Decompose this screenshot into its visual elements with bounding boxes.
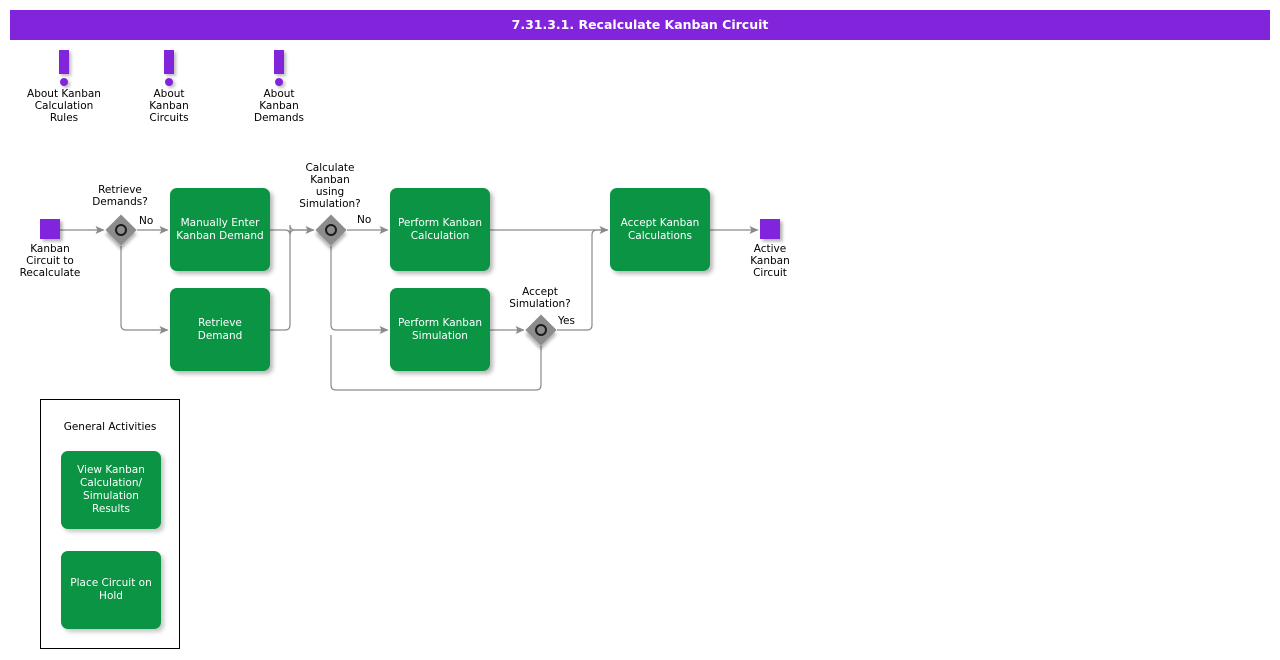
gateway-inclusive-ring-icon xyxy=(535,324,547,336)
gateway-retrieve-demands-caption: Retrieve Demands? xyxy=(92,184,148,208)
gateway-calculate-using-simulation[interactable] xyxy=(315,214,347,246)
task-label: Manually Enter Kanban Demand xyxy=(176,216,264,242)
event-marker-icon xyxy=(760,219,780,239)
task-label: Perform Kanban Calculation xyxy=(397,216,483,242)
diagram-canvas: About Kanban Calculation Rules About Kan… xyxy=(0,0,1280,660)
task-label: Place Circuit on Hold xyxy=(70,577,152,602)
start-event-label: Kanban Circuit to Recalculate xyxy=(19,243,81,279)
event-marker-icon xyxy=(40,219,60,239)
gateway-calculate-using-simulation-caption: Calculate Kanban using Simulation? xyxy=(299,162,361,210)
task-label: Retrieve Demand xyxy=(197,316,243,342)
exclamation-icon xyxy=(224,50,334,88)
edge-label-gw2-no: No xyxy=(357,214,372,226)
end-event[interactable]: Active Kanban Circuit xyxy=(717,219,823,279)
task-retrieve-demand[interactable]: Retrieve Demand xyxy=(170,288,270,371)
note-label: About Kanban Calculation Rules xyxy=(27,88,101,124)
gateway-inclusive-ring-icon xyxy=(325,224,337,236)
task-manually-enter-kanban-demand[interactable]: Manually Enter Kanban Demand xyxy=(170,188,270,271)
gateway-inclusive-ring-icon xyxy=(115,224,127,236)
note-about-kanban-calculation-rules[interactable]: About Kanban Calculation Rules xyxy=(9,50,119,124)
legend-title: General Activities xyxy=(63,421,157,433)
gateway-retrieve-demands[interactable] xyxy=(105,214,137,246)
task-perform-kanban-calculation[interactable]: Perform Kanban Calculation xyxy=(390,188,490,271)
task-perform-kanban-simulation[interactable]: Perform Kanban Simulation xyxy=(390,288,490,371)
edge-label-gw1-no: No xyxy=(139,215,154,227)
note-about-kanban-circuits[interactable]: About Kanban Circuits xyxy=(114,50,224,124)
start-event[interactable]: Kanban Circuit to Recalculate xyxy=(0,219,103,279)
end-event-label: Active Kanban Circuit xyxy=(750,243,790,279)
wire-gw2-to-sim xyxy=(330,246,389,334)
note-label: About Kanban Demands xyxy=(254,88,304,124)
exclamation-icon xyxy=(9,50,119,88)
task-label: View Kanban Calculation/ Simulation Resu… xyxy=(77,464,145,515)
wire-retrieve-to-gw2 xyxy=(270,229,314,331)
task-label: Perform Kanban Simulation xyxy=(397,316,483,342)
gateway-accept-simulation-caption: Accept Simulation? xyxy=(509,286,571,310)
task-view-kanban-calculation-simulation-results[interactable]: View Kanban Calculation/ Simulation Resu… xyxy=(61,451,161,529)
note-label: About Kanban Circuits xyxy=(149,88,189,124)
general-activities-legend: General Activities View Kanban Calculati… xyxy=(40,399,180,649)
task-place-circuit-on-hold[interactable]: Place Circuit on Hold xyxy=(61,551,161,629)
note-about-kanban-demands[interactable]: About Kanban Demands xyxy=(224,50,334,124)
wire-gw1-to-retrieve xyxy=(120,246,169,334)
task-label: Accept Kanban Calculations xyxy=(620,216,700,242)
exclamation-icon xyxy=(114,50,224,88)
gateway-accept-simulation[interactable] xyxy=(525,314,557,346)
wire-manual-to-gw2 xyxy=(270,224,315,236)
edge-label-gw3-yes: Yes xyxy=(558,315,575,327)
task-accept-kanban-calculations[interactable]: Accept Kanban Calculations xyxy=(610,188,710,271)
